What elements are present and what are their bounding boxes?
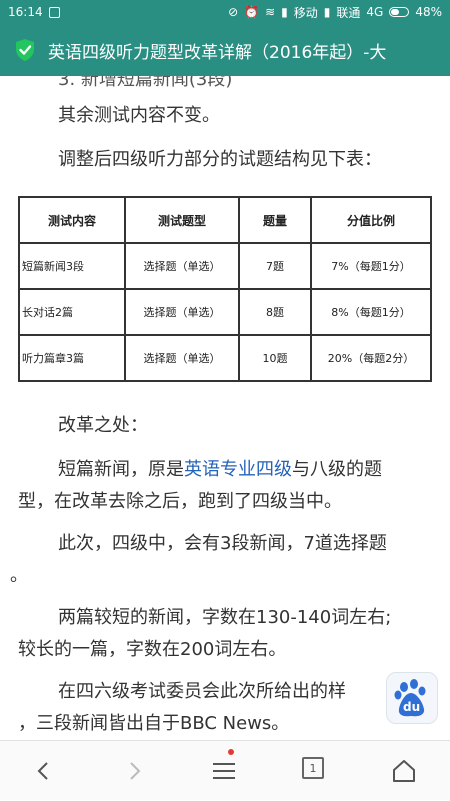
table-row: 听力篇章3篇 选择题（单选） 10题 20%（每题2分）: [18, 334, 432, 382]
paragraph-5-line-2: 。: [10, 565, 28, 586]
paragraph-1: 其余测试内容不变。: [58, 105, 220, 126]
notification-icon: [48, 6, 60, 18]
signal-icon-2: ▮: [323, 5, 331, 19]
notification-dot: [228, 749, 234, 755]
table-cell: 听力篇章3篇: [18, 334, 126, 382]
mute-icon: ⊘: [228, 5, 239, 19]
battery-percent: 48%: [415, 5, 442, 19]
table-cell: 选择题（单选）: [124, 242, 240, 290]
chevron-left-icon: [37, 762, 48, 780]
network-type: 4G: [366, 5, 384, 19]
signal-icon-1: ▮: [281, 5, 288, 19]
paragraph-7-line-1: 在四六级考试委员会此次所给出的样: [58, 681, 346, 702]
paragraph-4-text-a: 短篇新闻，原是: [58, 459, 184, 480]
table-header-row: 测试内容 测试题型 题量 分值比例: [18, 196, 432, 244]
home-icon: [393, 760, 415, 782]
title-bar: 英语四级听力题型改革详解（2016年起）-大: [0, 24, 450, 76]
chevron-right-icon: [130, 762, 141, 780]
battery-icon: [389, 7, 410, 17]
paragraph-2: 调整后四级听力部分的试题结构见下表：: [58, 149, 382, 170]
paragraph-4-line-1: 短篇新闻，原是英语专业四级与八级的题: [58, 454, 436, 486]
bottom-nav: 1: [0, 740, 450, 800]
table-header-cell: 分值比例: [310, 196, 432, 244]
listening-structure-table: 测试内容 测试题型 题量 分值比例 短篇新闻3段 选择题（单选） 7题 7%（每…: [18, 196, 432, 382]
cet-major-link[interactable]: 英语专业四级: [184, 459, 292, 480]
status-bar: 16:14 ⊘ ⏰ ≋ ▮ 移动 ▮ 联通 4G 48%: [0, 0, 450, 24]
baidu-float-button[interactable]: du: [386, 672, 438, 724]
table-cell: 选择题（单选）: [124, 334, 240, 382]
wifi-icon: ≋: [265, 5, 276, 19]
forward-button[interactable]: [104, 741, 164, 801]
paragraph-4-line-2: 型，在改革去除之后，跑到了四级当中。: [18, 491, 342, 512]
partial-heading: 3. 新增短篇新闻(3段): [58, 76, 233, 90]
home-button[interactable]: [374, 741, 434, 801]
paragraph-3: 改革之处：: [58, 415, 148, 436]
paragraph-6-line-2: 较长的一篇，字数在200词左右。: [18, 639, 287, 660]
table-cell: 长对话2篇: [18, 288, 126, 336]
page-title[interactable]: 英语四级听力题型改革详解（2016年起）-大: [48, 38, 386, 63]
menu-button[interactable]: [194, 741, 254, 801]
paragraph-6-line-1: 两篇较短的新闻，字数在130-140词左右;: [58, 607, 392, 628]
table-header-cell: 题量: [238, 196, 312, 244]
table-row: 长对话2篇 选择题（单选） 8题 8%（每题1分）: [18, 288, 432, 336]
alarm-icon: ⏰: [244, 5, 260, 19]
tab-count: 1: [302, 757, 324, 779]
status-time: 16:14: [8, 5, 43, 19]
baidu-label: du: [403, 700, 421, 714]
paragraph-7-line-2: ，三段新闻皆出自于BBC News。: [18, 713, 290, 734]
table-cell: 8题: [238, 288, 312, 336]
shield-check-icon: [16, 39, 34, 61]
paragraph-4-text-b: 与八级的题: [292, 459, 382, 480]
table-cell: 短篇新闻3段: [18, 242, 126, 290]
table-cell: 8%（每题1分）: [310, 288, 432, 336]
carrier-2: 联通: [336, 5, 361, 20]
table-cell: 选择题（单选）: [124, 288, 240, 336]
table-cell: 7题: [238, 242, 312, 290]
article-content: 3. 新增短篇新闻(3段) 其余测试内容不变。 调整后四级听力部分的试题结构见下…: [0, 76, 450, 740]
menu-icon: [213, 763, 235, 779]
table-cell: 7%（每题1分）: [310, 242, 432, 290]
table-header-cell: 测试内容: [18, 196, 126, 244]
table-cell: 10题: [238, 334, 312, 382]
table-row: 短篇新闻3段 选择题（单选） 7题 7%（每题1分）: [18, 242, 432, 290]
back-button[interactable]: [14, 741, 74, 801]
paragraph-5-line-1: 此次，四级中，会有3段新闻，7道选择题: [58, 533, 387, 554]
tabs-button[interactable]: 1: [284, 741, 344, 801]
table-header-cell: 测试题型: [124, 196, 240, 244]
table-cell: 20%（每题2分）: [310, 334, 432, 382]
baidu-paw-icon: [394, 679, 426, 717]
carrier-1: 移动: [293, 5, 318, 20]
